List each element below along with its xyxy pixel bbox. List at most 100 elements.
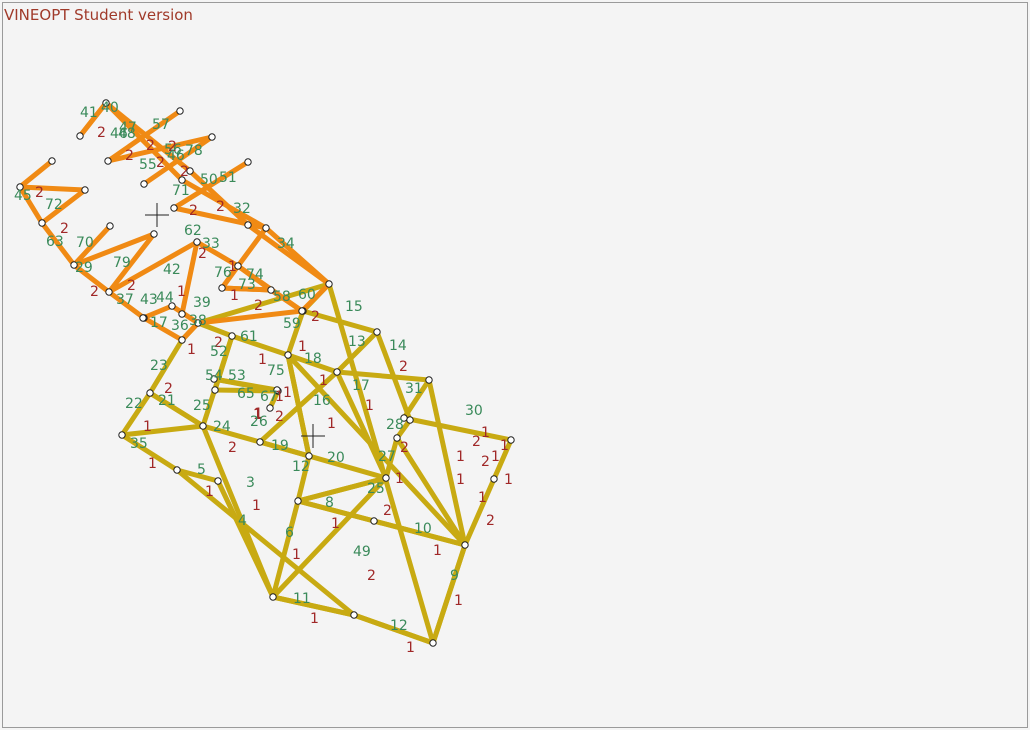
segment-id-label: 48 xyxy=(118,126,136,142)
segment-id-label: 15 xyxy=(345,299,363,315)
road-node[interactable] xyxy=(269,593,277,601)
segment-value-label: 2 xyxy=(180,164,189,180)
road-node[interactable] xyxy=(106,222,114,230)
segment-value-label: 1 xyxy=(310,611,319,627)
road-node[interactable] xyxy=(373,328,381,336)
road-node[interactable] xyxy=(429,639,437,647)
road-node[interactable] xyxy=(150,230,158,238)
road-node[interactable] xyxy=(176,107,184,115)
road-node[interactable] xyxy=(461,541,469,549)
segment-id-label: 71 xyxy=(172,183,190,199)
segment-value-label: 2 xyxy=(275,409,284,425)
segment-value-label: 1 xyxy=(283,385,292,401)
segment-id-label: 79 xyxy=(113,255,131,271)
segment-id-label: 78 xyxy=(185,143,203,159)
road-node[interactable] xyxy=(325,280,333,288)
segment-id-label: 45 xyxy=(14,188,32,204)
segment-id-label: 20 xyxy=(327,450,345,466)
segment-id-label: 72 xyxy=(45,197,63,213)
road-node[interactable] xyxy=(118,431,126,439)
road-node[interactable] xyxy=(266,404,274,412)
segment-id-label: 74 xyxy=(246,267,264,283)
segment-value-label: 1 xyxy=(433,543,442,559)
street-network[interactable]: 41 402 4647 574822 56 7855 224627150 5145 27222 3… xyxy=(0,0,1030,730)
road-node[interactable] xyxy=(173,466,181,474)
road-node[interactable] xyxy=(38,219,46,227)
segment-id-label: 60 xyxy=(298,287,316,303)
road-node[interactable] xyxy=(104,157,112,165)
segment-id-label: 54 xyxy=(205,368,223,384)
major-road-segment[interactable] xyxy=(334,369,432,383)
major-road-segment[interactable] xyxy=(119,423,206,438)
minor-road-segment[interactable] xyxy=(17,158,55,190)
segment-id-label: 40 xyxy=(101,100,119,116)
road-node[interactable] xyxy=(105,288,113,296)
segment-id-label: 4 xyxy=(238,513,247,529)
major-road-segment[interactable] xyxy=(462,476,497,548)
road-node[interactable] xyxy=(333,368,341,376)
segment-id-label: 9 xyxy=(450,568,459,584)
segment-id-label: 14 xyxy=(389,338,407,354)
segment-id-label: 49 xyxy=(353,544,371,560)
segment-value-label: 1 xyxy=(177,284,186,300)
road-node[interactable] xyxy=(178,336,186,344)
segment-id-label: 28 xyxy=(386,417,404,433)
segment-id-label: 25 xyxy=(193,398,211,414)
segment-id-label: 39 xyxy=(193,295,211,311)
road-node[interactable] xyxy=(199,422,207,430)
segment-value-label: 1 xyxy=(331,516,340,532)
segment-value-label: 2 xyxy=(198,246,207,262)
segment-value-label: 1 xyxy=(500,438,509,454)
segment-id-label: 3 xyxy=(246,475,255,491)
road-node[interactable] xyxy=(193,238,201,246)
segment-id-label: 50 xyxy=(200,172,218,188)
road-node[interactable] xyxy=(170,204,178,212)
road-node[interactable] xyxy=(490,475,498,483)
segment-id-label: 34 xyxy=(277,236,295,252)
road-node[interactable] xyxy=(244,221,252,229)
segment-id-label: 12 xyxy=(390,618,408,634)
segment-id-label: 13 xyxy=(348,334,366,350)
road-node[interactable] xyxy=(406,416,414,424)
road-node[interactable] xyxy=(214,477,222,485)
segment-id-label: 67 xyxy=(260,389,278,405)
segment-id-label: 63 xyxy=(46,234,64,250)
road-node[interactable] xyxy=(208,133,216,141)
road-node[interactable] xyxy=(228,332,236,340)
segment-value-label: 1 xyxy=(481,425,490,441)
segment-id-label: 32 xyxy=(233,201,251,217)
road-node[interactable] xyxy=(76,132,84,140)
road-node[interactable] xyxy=(350,611,358,619)
segment-id-label: 59 xyxy=(283,316,301,332)
segment-value-label: 1 xyxy=(319,373,328,389)
segment-id-label: 18 xyxy=(304,351,322,367)
road-node[interactable] xyxy=(81,186,89,194)
road-node[interactable] xyxy=(284,351,292,359)
road-node[interactable] xyxy=(48,157,56,165)
road-node[interactable] xyxy=(256,438,264,446)
road-node[interactable] xyxy=(298,307,306,315)
segment-id-label: 42 xyxy=(163,262,181,278)
segment-value-label: 1 xyxy=(406,640,415,656)
road-node[interactable] xyxy=(294,497,302,505)
segment-id-label: 11 xyxy=(293,591,311,607)
road-node[interactable] xyxy=(211,386,219,394)
road-node[interactable] xyxy=(139,314,147,322)
road-node[interactable] xyxy=(218,284,226,292)
segment-value-label: 1 xyxy=(292,547,301,563)
road-node[interactable] xyxy=(140,180,148,188)
road-node[interactable] xyxy=(146,389,154,397)
road-node[interactable] xyxy=(244,158,252,166)
segment-value-label: 1 xyxy=(258,352,267,368)
segment-value-label: 2 xyxy=(90,284,99,300)
major-road-segment[interactable] xyxy=(285,352,468,548)
segment-value-label: 2 xyxy=(399,359,408,375)
road-node[interactable] xyxy=(425,376,433,384)
road-node[interactable] xyxy=(262,224,270,232)
segment-value-label: 1 xyxy=(148,456,157,472)
major-road-segment[interactable] xyxy=(401,415,514,443)
road-node[interactable] xyxy=(178,310,186,318)
segment-id-label: 41 xyxy=(80,105,98,121)
segment-id-label: 22 xyxy=(125,396,143,412)
road-node[interactable] xyxy=(370,517,378,525)
